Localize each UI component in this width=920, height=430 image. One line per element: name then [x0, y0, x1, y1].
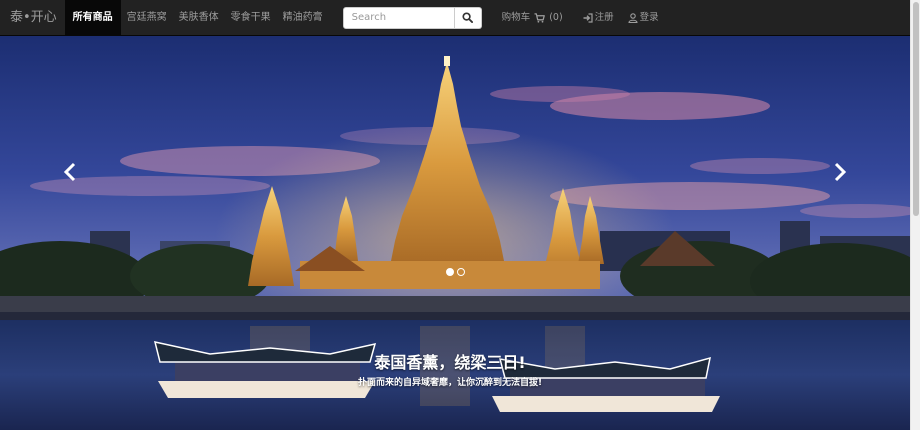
user-icon	[628, 12, 638, 23]
nav-item-essential-oils[interactable]: 精油药膏	[277, 0, 329, 36]
nav-item-all-products[interactable]: 所有商品	[64, 0, 121, 36]
carousel-indicator-2[interactable]	[457, 268, 465, 276]
top-navbar: 泰•开心 所有商品 宫廷燕窝 美肤香体 零食干果 精油药膏 购物车 (0) 注册	[0, 0, 910, 36]
caption-text: 扑面而来的自异域奢靡，让你沉醉到无法自拔!	[357, 378, 543, 388]
nav-item-snacks[interactable]: 零食干果	[225, 0, 277, 36]
carousel-prev-button[interactable]	[58, 158, 82, 186]
search-icon	[462, 12, 474, 23]
cart-link[interactable]: 购物车 (0)	[502, 0, 563, 36]
search-form	[342, 6, 482, 29]
carousel-indicator-1[interactable]	[446, 268, 454, 276]
page-scrollbar[interactable]	[910, 0, 920, 430]
carousel-next-button[interactable]	[828, 158, 852, 186]
register-link[interactable]: 注册	[583, 0, 614, 36]
cart-label: 购物车	[501, 11, 531, 23]
login-link[interactable]: 登录	[628, 0, 659, 36]
caption-title: 泰国香薰，绕梁三日!	[374, 353, 526, 372]
carousel-caption: 泰国香薰，绕梁三日! 扑面而来的自异域奢靡，让你沉醉到无法自拔!	[330, 352, 570, 390]
brand-logo[interactable]: 泰•开心	[0, 0, 65, 36]
nav-item-skincare[interactable]: 美肤香体	[173, 0, 225, 36]
register-label: 注册	[594, 11, 614, 23]
scrollbar-thumb[interactable]	[913, 2, 919, 216]
chevron-right-icon	[834, 162, 847, 182]
hero-carousel: 泰国香薰，绕梁三日! 扑面而来的自异域奢靡，让你沉醉到无法自拔!	[0, 36, 910, 430]
chevron-left-icon	[63, 162, 76, 182]
search-input[interactable]	[342, 6, 455, 29]
shopping-cart-icon	[534, 12, 546, 23]
login-label: 登录	[639, 11, 659, 23]
cart-count: (0)	[549, 11, 563, 23]
search-button[interactable]	[454, 6, 482, 29]
carousel-indicators	[446, 268, 465, 276]
nav-item-bird-nest[interactable]: 宫廷燕窝	[121, 0, 173, 36]
sign-in-icon	[583, 12, 593, 23]
